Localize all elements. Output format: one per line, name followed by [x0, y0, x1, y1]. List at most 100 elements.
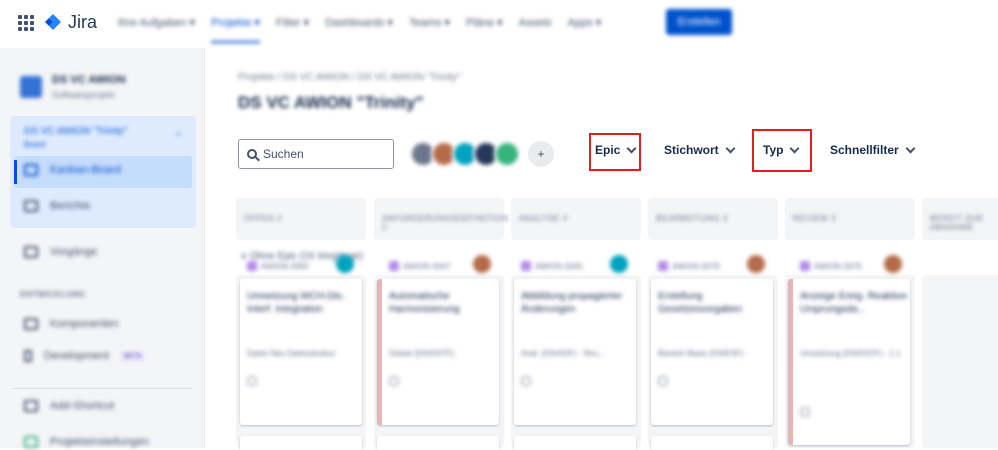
- sidebar-item-label: Development: [44, 350, 109, 362]
- sidebar-item-label: Projekteinstellungen: [50, 436, 150, 448]
- top-navigation-bar: Jira Ihre Aufgaben ▾ Projekte ▾ Filter ▾…: [0, 0, 998, 48]
- highlight-box-epic: [589, 133, 641, 171]
- project-type: Softwareprojekt: [52, 90, 115, 100]
- issue-key: AWION-3345: [535, 261, 583, 271]
- page-title: DS VC AWION "Trinity": [238, 93, 424, 112]
- project-name: DS VC AWION: [52, 74, 126, 86]
- nav-assets[interactable]: Assets: [519, 17, 552, 29]
- sidebar-item-components[interactable]: Komponenten: [24, 318, 119, 330]
- chevron-down-icon: [905, 143, 916, 153]
- sidebar-item-issues[interactable]: Vorgänge: [24, 246, 97, 258]
- filter-label: Schnellfilter: [830, 143, 899, 157]
- board-column: [922, 275, 998, 448]
- avatar[interactable]: [494, 141, 520, 167]
- nav-filters[interactable]: Filter ▾: [276, 16, 309, 29]
- sidebar-item-label: Berichte: [50, 200, 91, 212]
- board-chevron-icon[interactable]: ⌃: [174, 132, 182, 143]
- filter-quick[interactable]: Schnellfilter: [830, 143, 916, 157]
- card-footer: AWION-3363: [247, 261, 308, 271]
- sidebar-item-kanban-board[interactable]: Kanban-Board: [24, 164, 121, 176]
- filter-label: Stichwort: [664, 143, 719, 157]
- avatar[interactable]: [610, 255, 628, 273]
- issue-key: AWION-3347: [403, 261, 451, 271]
- sidebar-item-label: Kanban-Board: [50, 164, 121, 176]
- logo-text: Jira: [68, 12, 98, 32]
- avatar[interactable]: [336, 255, 354, 273]
- story-type-icon: [658, 261, 668, 271]
- selected-nav-indicator: [14, 160, 17, 184]
- jira-logo-icon: [45, 13, 61, 30]
- shortcut-icon: [24, 400, 38, 412]
- column-header: ANFORDERUNGSDEFINITION 2: [374, 198, 508, 240]
- estimate-icon: [389, 376, 399, 386]
- issue-card[interactable]: Anzeige Ereig. Reaktion Ursprungsda... U…: [788, 255, 910, 445]
- story-type-icon: [389, 261, 399, 271]
- story-type-icon: [247, 261, 257, 271]
- chart-icon: [24, 200, 38, 212]
- column-header: BEARBEITUNG 3: [648, 198, 778, 240]
- estimate-icon: [800, 407, 810, 417]
- filter-label-stichwort[interactable]: Stichwort: [664, 143, 736, 157]
- sidebar-item-project-settings[interactable]: Projekteinstellungen: [24, 436, 149, 448]
- issue-key: AWION-3378: [672, 261, 720, 271]
- card-epic-label: Bereich Basis (DS/ESF): [658, 349, 744, 358]
- add-people-icon[interactable]: +: [528, 141, 554, 167]
- components-icon: [24, 318, 38, 330]
- sidebar-section-heading: ENTWICKLUNG: [20, 290, 86, 299]
- avatar[interactable]: [747, 255, 765, 273]
- settings-icon: [24, 436, 38, 448]
- search-icon: [247, 149, 257, 159]
- column-header: ANALYSE 3: [511, 198, 641, 240]
- card-summary: Erstellung Gesetzesvorgaben: [658, 291, 742, 315]
- highlight-box-type: [752, 129, 812, 172]
- project-avatar: [20, 76, 42, 98]
- story-type-icon: [800, 261, 810, 271]
- column-header: OFFEN 2: [236, 198, 366, 240]
- issue-card[interactable]: Umsetzung WCH-Dis. Interf. Integration D…: [240, 255, 362, 425]
- nav-plans[interactable]: Pläne ▾: [466, 16, 503, 29]
- card-footer: AWION-3378: [658, 261, 719, 271]
- nav-apps[interactable]: Apps ▾: [568, 16, 602, 29]
- top-nav-menu: Ihre Aufgaben ▾ Projekte ▾ Filter ▾ Dash…: [118, 16, 602, 43]
- issue-card[interactable]: Abbildung propagierter Änderungen Anal. …: [514, 255, 636, 425]
- sidebar-item-development[interactable]: Development BETA: [24, 350, 145, 362]
- app-switcher-icon[interactable]: [18, 15, 34, 31]
- project-sidebar: DS VC AWION Softwareprojekt DS VC AWION …: [0, 48, 205, 448]
- issues-icon: [24, 246, 38, 258]
- column-header: BEREIT ZUR ABNAHME: [922, 198, 998, 240]
- card-epic-label: Daten Neu Datenstruktur: [247, 349, 336, 358]
- issue-key: AWION-3376: [814, 261, 862, 271]
- estimate-icon: [247, 376, 257, 386]
- card-footer: AWION-3376: [800, 261, 861, 271]
- story-type-icon: [521, 261, 531, 271]
- column-header: REVIEW 3: [785, 198, 915, 240]
- board-icon: [24, 164, 38, 176]
- sidebar-item-label: Komponenten: [50, 318, 119, 330]
- create-button[interactable]: Erstellen: [666, 9, 732, 35]
- card-summary: Abbildung propagierter Änderungen: [521, 291, 623, 315]
- issue-card[interactable]: Erstellung Gesetzesvorgaben Bereich Basi…: [651, 255, 773, 425]
- card-epic-label: Anal. (DS/ADF) - Stru...: [521, 349, 605, 358]
- nav-your-work[interactable]: Ihre Aufgaben ▾: [118, 16, 195, 29]
- chevron-down-icon: [725, 143, 736, 153]
- sidebar-divider: [12, 388, 192, 389]
- jira-logo[interactable]: Jira: [44, 12, 97, 33]
- card-footer: AWION-3345: [521, 261, 582, 271]
- breadcrumb[interactable]: Projekte / DS VC AWION / DS VC AWION "Tr…: [238, 72, 461, 83]
- sidebar-item-label: Vorgänge: [50, 246, 98, 258]
- nav-projects[interactable]: Projekte ▾: [211, 16, 261, 43]
- nav-teams[interactable]: Teams ▾: [409, 16, 450, 29]
- avatar[interactable]: [473, 255, 491, 273]
- search-input[interactable]: Suchen: [238, 139, 394, 169]
- sidebar-item-reports[interactable]: Berichte: [24, 200, 90, 212]
- nav-dashboards[interactable]: Dashboards ▾: [325, 16, 393, 29]
- assignee-avatars: +: [410, 141, 554, 167]
- avatar[interactable]: [884, 255, 902, 273]
- flag-marker: [377, 279, 382, 425]
- sidebar-item-add-shortcut[interactable]: Add-Shortcut: [24, 400, 114, 412]
- flag-marker: [788, 279, 793, 445]
- card-summary: Automatische Harmonisierung: [389, 291, 460, 315]
- code-icon: [24, 350, 32, 362]
- issue-card[interactable]: Automatische Harmonisierung Global (DS/D…: [377, 255, 499, 425]
- board-subtitle: Board: [24, 140, 46, 149]
